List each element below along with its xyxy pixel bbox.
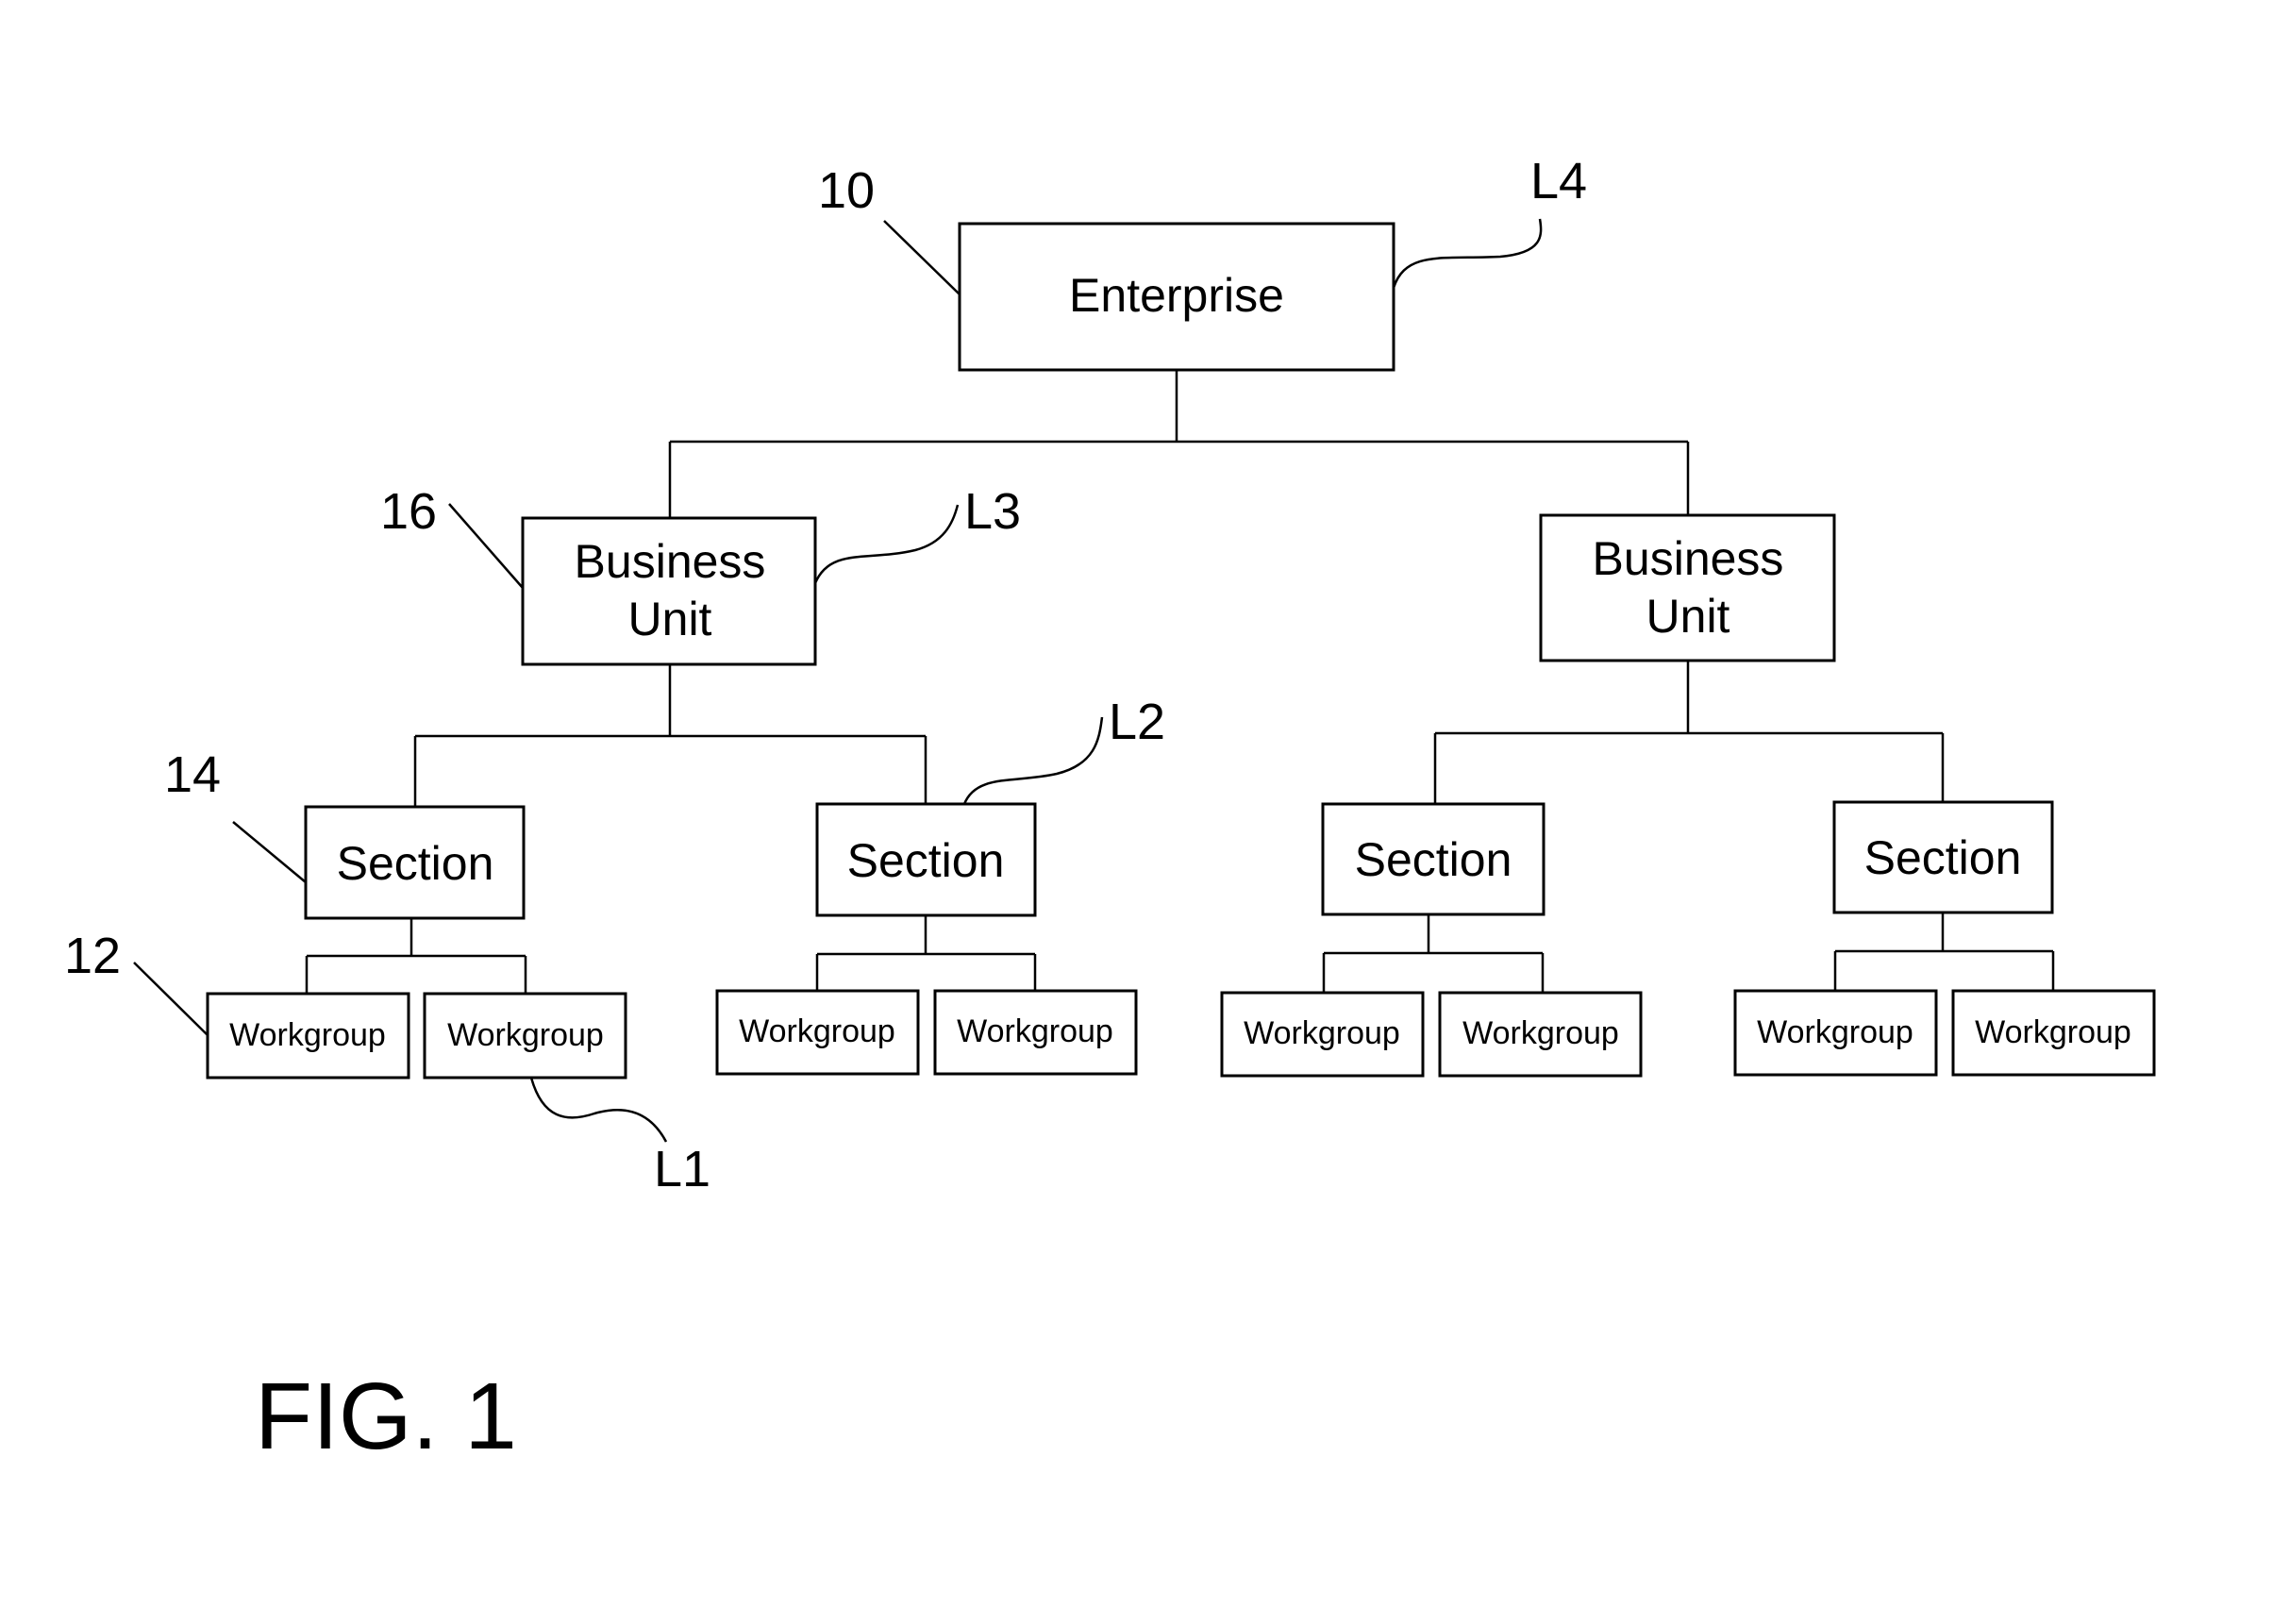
workgroup-label: Workgroup <box>447 1017 604 1053</box>
ref-numeral-10: 10 <box>818 162 875 219</box>
level-label: L4 <box>1530 153 1587 209</box>
leader-curve <box>529 1077 668 1143</box>
workgroup-label: Workgroup <box>957 1013 1113 1049</box>
node-workgroup-2: Workgroup <box>423 992 627 1080</box>
workgroup-label: Workgroup <box>1244 1015 1400 1051</box>
node-workgroup-5: Workgroup <box>1220 991 1425 1078</box>
leader-line <box>448 503 524 589</box>
workgroup-label: Workgroup <box>739 1013 895 1049</box>
business-unit-label-line2: Unit <box>1646 590 1730 643</box>
level-label-l3: L3 <box>813 483 1021 584</box>
business-unit-label-line2: Unit <box>628 593 712 645</box>
ref-numeral-14: 14 <box>164 746 221 803</box>
business-unit-label-line1: Business <box>1593 532 1784 585</box>
ref-numeral-12: 12 <box>64 928 121 984</box>
section-label: Section <box>337 837 494 890</box>
level-label-l2: L2 <box>962 694 1165 805</box>
leader-curve <box>962 716 1104 805</box>
leader-curve <box>813 504 960 584</box>
node-section-1: Section <box>304 805 526 920</box>
section-label: Section <box>1864 831 2022 884</box>
node-section-3: Section <box>1321 802 1545 916</box>
level-label: L2 <box>1109 694 1165 750</box>
leader-curve <box>1392 218 1543 289</box>
leader-line <box>133 962 209 1036</box>
workgroup-label: Workgroup <box>1462 1015 1619 1051</box>
level-label: L3 <box>964 483 1021 540</box>
node-business-unit-left: Business Unit <box>521 516 817 666</box>
level-label-l1: L1 <box>529 1077 710 1197</box>
enterprise-label: Enterprise <box>1069 269 1284 322</box>
level-label: L1 <box>654 1141 710 1197</box>
node-workgroup-3: Workgroup <box>715 989 920 1076</box>
node-workgroup-8: Workgroup <box>1951 989 2156 1077</box>
section-label: Section <box>1355 833 1512 886</box>
ref-workgroup: 12 <box>64 928 209 1036</box>
node-workgroup-6: Workgroup <box>1438 991 1643 1078</box>
node-workgroup-1: Workgroup <box>206 992 410 1080</box>
leader-line <box>883 220 961 295</box>
node-section-4: Section <box>1832 800 2054 914</box>
figure-label: FIG. 1 <box>255 1364 517 1469</box>
node-enterprise: Enterprise <box>958 222 1395 372</box>
org-hierarchy-diagram: Enterprise Business Unit Business Unit S… <box>64 153 2156 1469</box>
node-section-2: Section <box>815 802 1037 917</box>
level-label-l4: L4 <box>1392 153 1587 289</box>
section-label: Section <box>847 834 1005 887</box>
ref-numeral-16: 16 <box>380 483 437 540</box>
node-business-unit-right: Business Unit <box>1539 513 1836 662</box>
workgroup-label: Workgroup <box>1975 1014 2131 1050</box>
ref-business-unit: 16 <box>380 483 524 589</box>
business-unit-label-line1: Business <box>575 535 766 588</box>
node-workgroup-7: Workgroup <box>1733 989 1938 1077</box>
workgroup-label: Workgroup <box>1757 1014 1913 1050</box>
leader-line <box>232 821 307 883</box>
workgroup-label: Workgroup <box>229 1017 386 1053</box>
ref-enterprise: 10 <box>818 162 961 295</box>
connectors <box>305 370 2055 994</box>
node-workgroup-4: Workgroup <box>933 989 1138 1076</box>
ref-section: 14 <box>164 746 307 883</box>
